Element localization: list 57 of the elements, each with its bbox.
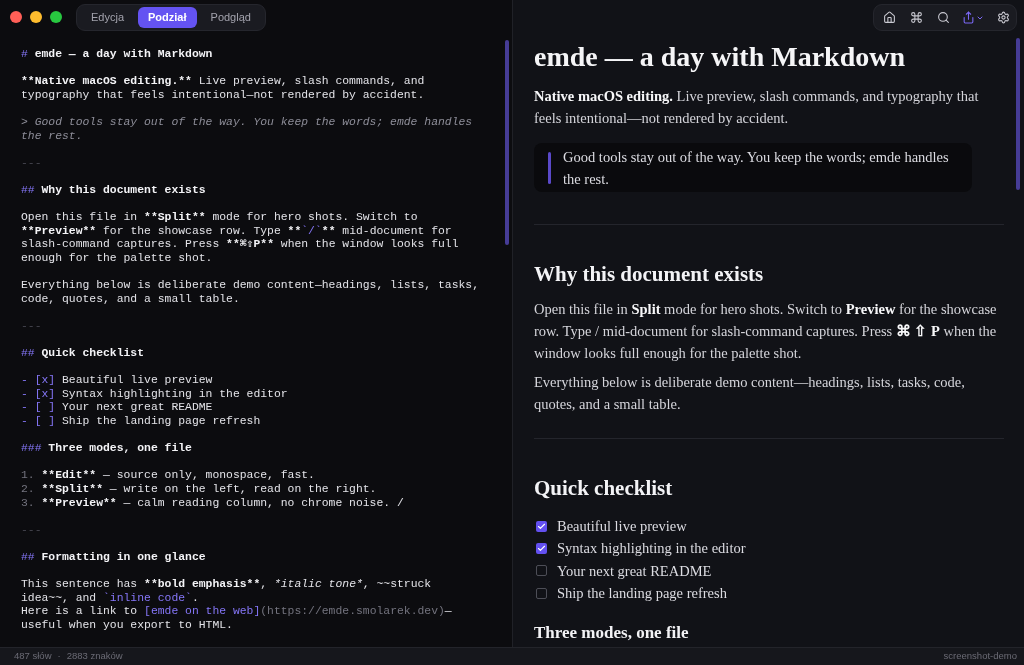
scrollbar[interactable] bbox=[1016, 38, 1020, 190]
editor-line: ## Why this document exists bbox=[21, 183, 207, 198]
checkbox[interactable] bbox=[536, 542, 547, 554]
editor-line: 3. **Preview** — calm reading column, no chrome noise. / bbox=[21, 496, 405, 511]
editor-line: **Native macOS editing.** Live preview, slash commands, and typography that feels intentional—not rendered by accident. bbox=[21, 75, 426, 103]
close-button[interactable] bbox=[10, 11, 22, 23]
quote-text: Good tools stay out of the way. You keep the words; emde handles the rest. bbox=[563, 148, 950, 189]
command-key-icon bbox=[909, 11, 923, 24]
house-icon bbox=[882, 11, 896, 24]
editor-line: ## Quick checklist bbox=[21, 347, 146, 361]
separator: · bbox=[57, 649, 61, 664]
paragraph: Everything below is deliberate demo content—headings, lists, tasks, code, quotes, and a small table. bbox=[534, 373, 966, 414]
character-count: 2883 znaków bbox=[66, 649, 123, 664]
search-icon bbox=[936, 11, 950, 24]
checkmark-icon bbox=[537, 543, 546, 553]
settings-icon bbox=[996, 11, 1010, 24]
checkbox[interactable] bbox=[536, 565, 547, 577]
editor-line: --- bbox=[21, 319, 43, 334]
scrollbar[interactable] bbox=[505, 40, 509, 245]
task-label: Beautiful live preview bbox=[557, 517, 687, 537]
editor-line: # emde — a day with Markdown bbox=[21, 48, 214, 62]
checkbox[interactable] bbox=[536, 520, 547, 532]
editor-line: > Good tools stay out of the way. You keep the words; emde handles the rest. bbox=[21, 115, 474, 144]
share-icon bbox=[962, 11, 975, 24]
zoom-button[interactable] bbox=[50, 11, 62, 23]
editor-line: ### Three modes, one file bbox=[21, 442, 193, 456]
editor-line: --- bbox=[21, 156, 43, 171]
mode-tab[interactable]: Podgląd bbox=[198, 6, 263, 28]
editor-line: --- bbox=[21, 523, 43, 538]
task-label: Syntax highlighting in the editor bbox=[557, 539, 746, 559]
task-label: Your next great README bbox=[557, 561, 712, 581]
editor-line: 1. **Edit** — source only, monospace, fast. bbox=[21, 469, 316, 483]
mode-tab[interactable]: Podział bbox=[138, 6, 197, 28]
editor-line: This sentence has **bold emphasis**, *italic tone*, ~~struck idea~~, and `inline code`. bbox=[21, 578, 433, 606]
document-name: screenshot-demo bbox=[943, 649, 1017, 664]
editor-line: Everything below is deliberate demo content—headings, lists, tasks, code, quotes, and a small table. bbox=[21, 279, 480, 307]
section-heading: Why this document exists bbox=[534, 261, 765, 288]
task-label: Ship the landing page refresh bbox=[557, 584, 727, 604]
mode-tab[interactable]: Edycja bbox=[79, 6, 137, 28]
checkmark-icon bbox=[537, 521, 546, 531]
paragraph: Open this file in Split mode for hero shots. Switch to Preview for the showcase row. Type / mid-document for slash-command captures. Press ⌘ ⇧ P when the window looks full enough for the palette shot. bbox=[534, 300, 998, 363]
editor-line: - [ ] Ship the landing page refresh bbox=[21, 415, 262, 429]
editor-line: 2. **Split** — write on the left, read on the right. bbox=[21, 483, 378, 497]
subsection-heading: Three modes, one file bbox=[534, 622, 690, 645]
section-heading: Quick checklist bbox=[534, 475, 674, 502]
paragraph: Native macOS editing. Live preview, slash commands, and typography that feels intentional—not rendered by accident. bbox=[534, 87, 980, 128]
editor-line: Here is a link to [emde on the web](https://emde.smolarek.dev)—useful when you export to HTML. bbox=[21, 605, 453, 633]
quote-bar bbox=[548, 152, 551, 184]
editor-line: - [x] Syntax highlighting in the editor bbox=[21, 387, 289, 402]
editor-line: - [ ] Your next great README bbox=[21, 401, 214, 416]
editor-line: - [x] Beautiful live preview bbox=[21, 374, 214, 388]
editor-line: ## Formatting in one glance bbox=[21, 550, 207, 565]
word-count: 487 słów bbox=[14, 649, 52, 664]
checkbox[interactable] bbox=[536, 587, 547, 599]
document-title: emde — a day with Markdown bbox=[534, 40, 906, 74]
editor-line: Open this file in **Split** mode for hero shots. Switch to **Preview** for the showcase row. Type **`/`** mid-document for slash-command captures. Press **⌘⇧P** when the window looks full enough for the palette shot. bbox=[21, 211, 460, 266]
minimize-button[interactable] bbox=[30, 11, 42, 23]
